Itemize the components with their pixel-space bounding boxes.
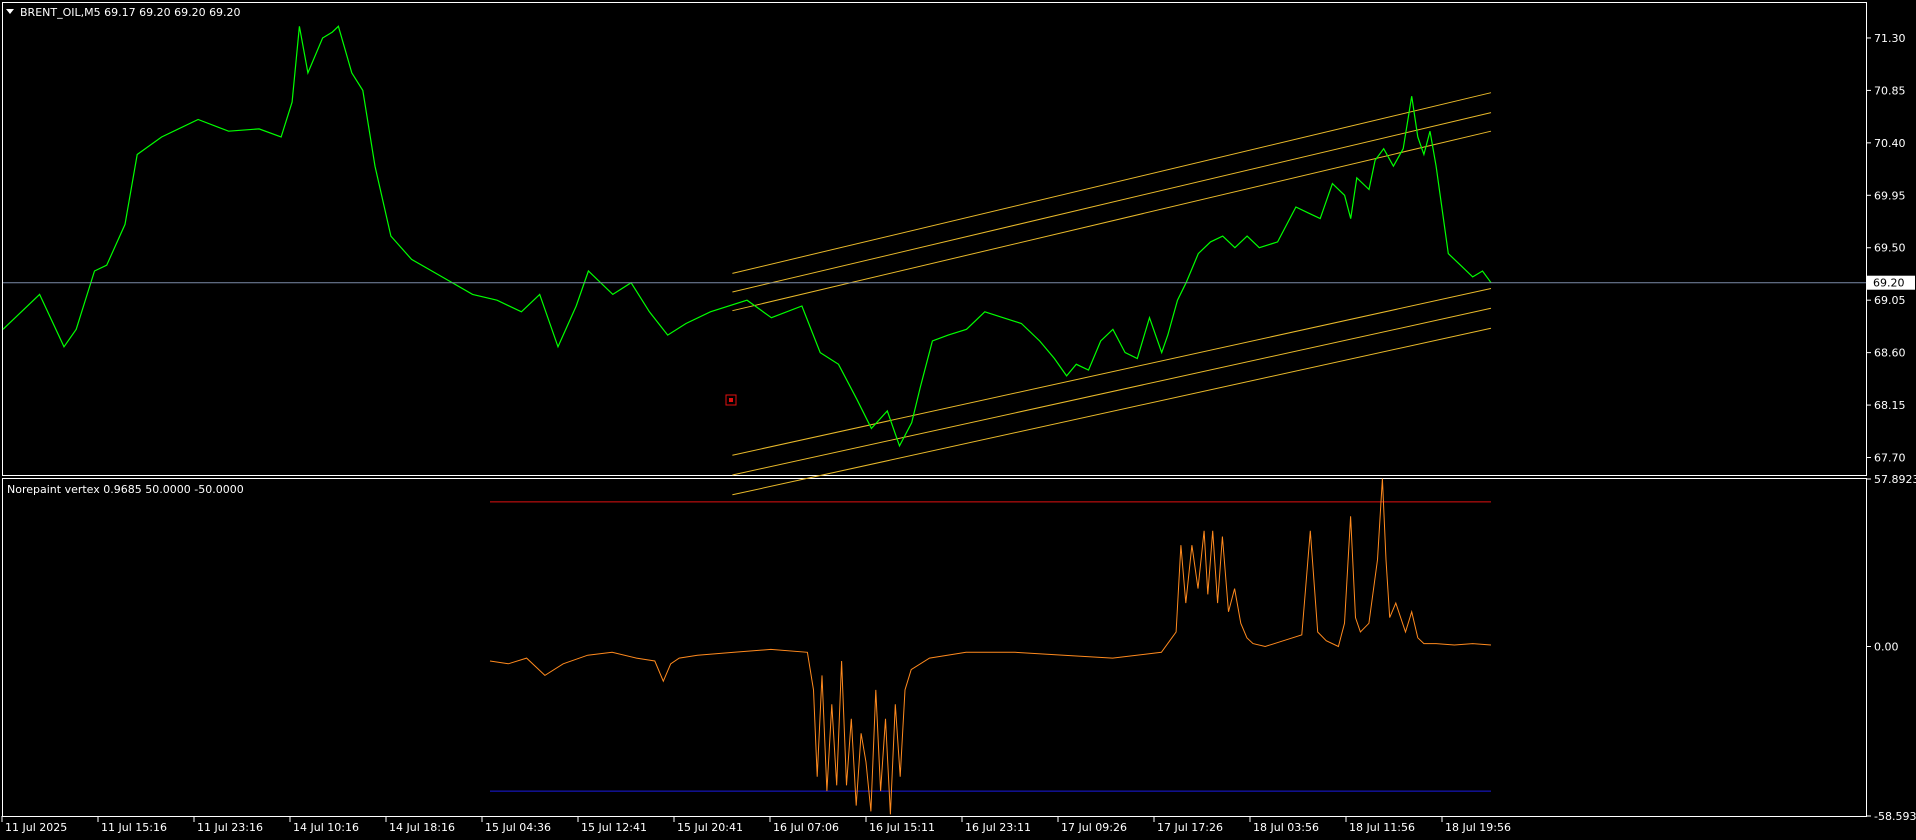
indicator-axis-label: 0.00 [1874, 640, 1899, 653]
time-axis-label: 15 Jul 20:41 [677, 821, 743, 834]
time-axis-label: 15 Jul 04:36 [485, 821, 551, 834]
time-axis-label: 11 Jul 15:16 [101, 821, 167, 834]
time-axis-label: 16 Jul 15:11 [869, 821, 935, 834]
price-axis-label: 69.50 [1874, 242, 1906, 255]
price-axis-label: 68.15 [1874, 399, 1906, 412]
current-price-label: 69.20 [1873, 277, 1905, 290]
price-axis-label: 70.85 [1874, 84, 1906, 97]
time-axis-label: 16 Jul 07:06 [773, 821, 839, 834]
time-axis-label: 18 Jul 03:56 [1253, 821, 1319, 834]
time-axis-label: 18 Jul 19:56 [1445, 821, 1511, 834]
signal-marker-inner [729, 398, 733, 402]
price-axis-label: 69.05 [1874, 294, 1906, 307]
symbol-header: BRENT_OIL,M5 69.17 69.20 69.20 69.20 [20, 6, 241, 19]
trading-chart[interactable]: BRENT_OIL,M5 69.17 69.20 69.20 69.20 Nor… [0, 0, 1916, 840]
price-axis-label: 68.60 [1874, 347, 1906, 360]
time-axis-label: 16 Jul 23:11 [965, 821, 1031, 834]
indicator-header: Norepaint vertex 0.9685 50.0000 -50.0000 [7, 483, 244, 496]
time-axis-label: 17 Jul 17:26 [1157, 821, 1223, 834]
time-axis-label: 14 Jul 18:16 [389, 821, 455, 834]
price-axis-label: 71.30 [1874, 32, 1906, 45]
time-axis-label: 11 Jul 2025 [5, 821, 67, 834]
time-axis-label: 17 Jul 09:26 [1061, 821, 1127, 834]
time-axis-label: 15 Jul 12:41 [581, 821, 647, 834]
time-axis-label: 14 Jul 10:16 [293, 821, 359, 834]
indicator-axis-label: 57.8923 [1874, 473, 1916, 486]
time-axis-label: 18 Jul 11:56 [1349, 821, 1415, 834]
time-axis-label: 11 Jul 23:16 [197, 821, 263, 834]
indicator-axis-label: -58.5939 [1874, 810, 1916, 823]
price-axis-label: 67.70 [1874, 452, 1906, 465]
price-axis-label: 69.95 [1874, 189, 1906, 202]
price-axis-label: 70.40 [1874, 137, 1906, 150]
